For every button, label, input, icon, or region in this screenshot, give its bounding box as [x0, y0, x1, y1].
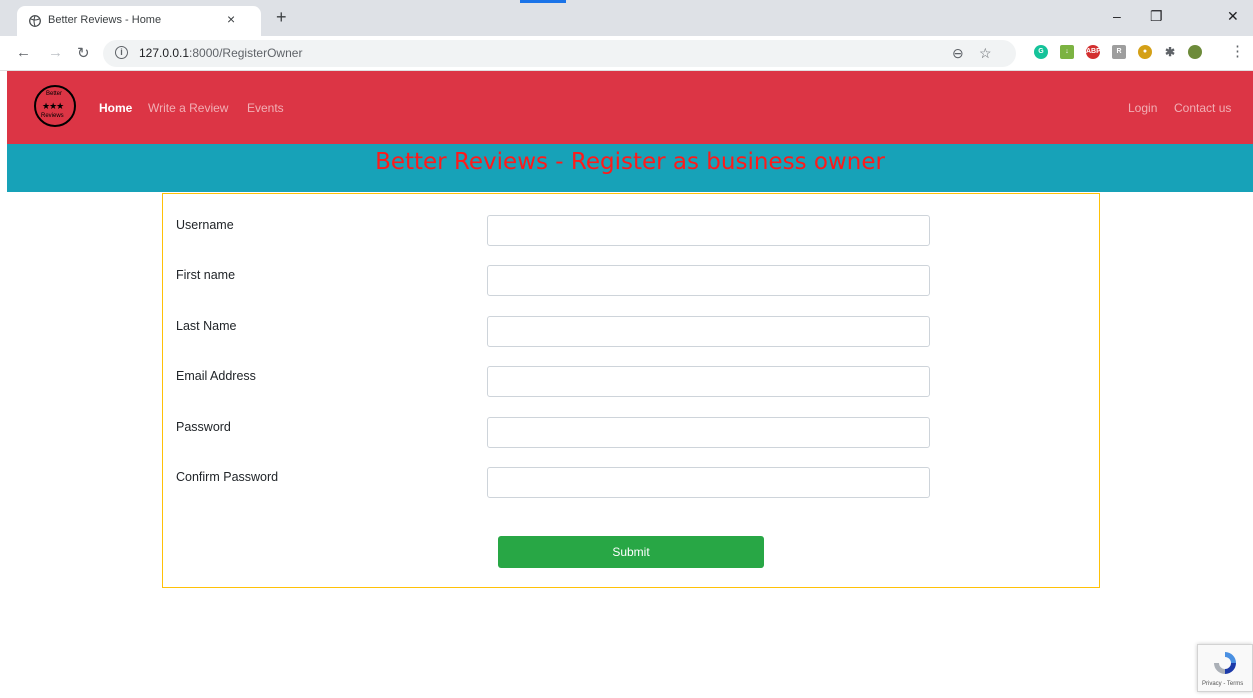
nav-write-review[interactable]: Write a Review — [148, 101, 228, 115]
browser-tab-strip: Better Reviews - Home × + – ❐ ✕ — [0, 0, 1253, 36]
extension-icon[interactable]: R — [1112, 45, 1126, 59]
page-title: Better Reviews - Register as business ow… — [375, 149, 885, 175]
nav-events[interactable]: Events — [247, 101, 284, 115]
nav-contact[interactable]: Contact us — [1174, 101, 1231, 115]
browser-menu-icon[interactable]: ⋮ — [1230, 42, 1245, 60]
recaptcha-privacy-terms[interactable]: Privacy - Terms — [1202, 681, 1243, 687]
tab-drag-indicator — [520, 0, 566, 3]
cookie-extension-icon[interactable]: ● — [1138, 45, 1152, 59]
close-window-button[interactable]: ✕ — [1227, 8, 1239, 25]
logo-text-bottom: Reviews — [41, 113, 64, 119]
reload-icon[interactable]: ↻ — [77, 44, 90, 62]
password-input[interactable] — [487, 417, 930, 448]
logo-stars: ★★★ — [42, 101, 64, 111]
username-input[interactable] — [487, 215, 930, 246]
recaptcha-icon — [1214, 652, 1236, 674]
nav-login[interactable]: Login — [1128, 101, 1157, 115]
recaptcha-badge[interactable]: Privacy - Terms — [1197, 644, 1253, 692]
download-extension-icon[interactable]: ↓ — [1060, 45, 1074, 59]
tab-title: Better Reviews - Home — [48, 14, 162, 26]
tab-close-icon[interactable]: × — [227, 11, 235, 27]
last-name-input[interactable] — [487, 316, 930, 347]
minimize-button[interactable]: – — [1113, 8, 1121, 24]
logo-text-top: Better — [46, 91, 63, 97]
url-path: :8000/RegisterOwner — [189, 46, 303, 60]
address-bar[interactable]: i 127.0.0.1:8000/RegisterOwner ⊖ ☆ — [103, 40, 1016, 67]
browser-toolbar: ← → ↻ i 127.0.0.1:8000/RegisterOwner ⊖ ☆… — [0, 36, 1253, 71]
username-label: Username — [176, 218, 234, 232]
email-input[interactable] — [487, 366, 930, 397]
site-logo[interactable]: Better ★★★ Reviews — [34, 85, 76, 127]
puzzle-extensions-icon[interactable]: ✱ — [1163, 45, 1177, 59]
new-tab-button[interactable]: + — [276, 7, 287, 28]
email-label: Email Address — [176, 369, 256, 383]
url-host: 127.0.0.1 — [139, 46, 190, 60]
info-icon[interactable]: i — [115, 46, 128, 59]
site-navbar: Better ★★★ Reviews Home Write a Review E… — [7, 71, 1253, 144]
last-name-label: Last Name — [176, 319, 237, 333]
bookmark-star-icon[interactable]: ☆ — [979, 45, 992, 62]
restore-button[interactable]: ❐ — [1150, 8, 1163, 25]
page-banner: Better Reviews - Register as business ow… — [7, 144, 1253, 192]
nav-home[interactable]: Home — [99, 101, 132, 115]
confirm-password-input[interactable] — [487, 467, 930, 498]
confirm-password-label: Confirm Password — [176, 470, 279, 484]
password-label: Password — [176, 420, 231, 434]
submit-button[interactable]: Submit — [498, 536, 764, 568]
adblock-extension-icon[interactable]: ABP — [1086, 45, 1101, 59]
zoom-icon[interactable]: ⊖ — [952, 45, 964, 62]
globe-icon — [29, 15, 41, 27]
profile-avatar[interactable] — [1188, 45, 1202, 59]
back-arrow-icon[interactable]: ← — [16, 44, 31, 61]
url-text[interactable]: 127.0.0.1:8000/RegisterOwner — [139, 46, 302, 60]
first-name-label: First name — [176, 268, 236, 282]
first-name-input[interactable] — [487, 265, 930, 296]
grammarly-extension-icon[interactable]: G — [1034, 45, 1048, 59]
browser-tab[interactable]: Better Reviews - Home × — [17, 6, 261, 36]
register-form: Username First name Last Name Email Addr… — [162, 193, 1100, 588]
forward-arrow-icon[interactable]: → — [48, 44, 63, 61]
